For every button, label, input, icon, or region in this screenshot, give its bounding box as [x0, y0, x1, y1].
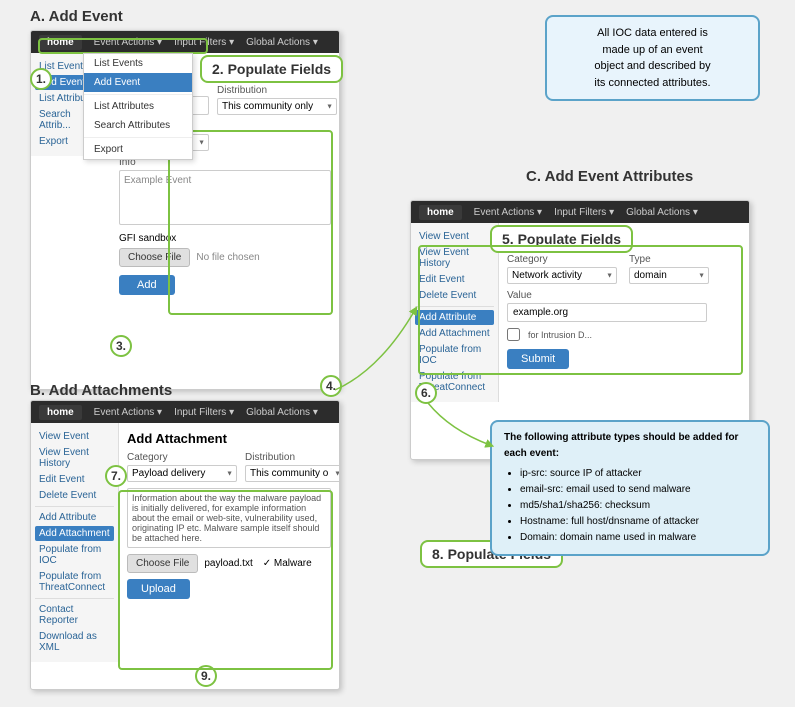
nav-input-filters-c[interactable]: Input Filters ▾ [554, 207, 614, 218]
sidebar-c-add-attachment[interactable]: Add Attachment [415, 326, 494, 341]
step-2-label: 2. Populate Fields [212, 61, 331, 77]
attr-type-5: Domain: domain name used in malware [520, 530, 756, 546]
nav-input-filters-a[interactable]: Input Filters ▾ [174, 37, 234, 48]
dropdown-add-event[interactable]: Add Event [84, 73, 192, 92]
panel-add-event: home Event Actions ▾ Input Filters ▾ Glo… [30, 30, 340, 390]
panel-add-attachment: home Event Actions ▾ Input Filters ▾ Glo… [30, 400, 340, 690]
nav-home-b[interactable]: home [39, 405, 82, 420]
sidebar-c-delete-event[interactable]: Delete Event [415, 288, 494, 303]
sidebar-c-view-event[interactable]: View Event [415, 229, 494, 244]
callout-attribute-types: The following attribute types should be … [490, 420, 770, 556]
step-5-label: 5. Populate Fields [502, 231, 621, 247]
c-category-label: Category [507, 254, 619, 265]
step-7-circle: 7. [105, 465, 127, 487]
sidebar-c-view-history[interactable]: View Event History [415, 245, 494, 271]
callout-ioc-text: All IOC data entered is made up of an ev… [594, 27, 710, 89]
step-5-callout: 5. Populate Fields [490, 225, 633, 253]
sidebar-b-view-event[interactable]: View Event [35, 429, 114, 444]
sidebar-b-delete-event[interactable]: Delete Event [35, 488, 114, 503]
sidebar-c-edit-event[interactable]: Edit Event [415, 272, 494, 287]
dropdown-list-events[interactable]: List Events [84, 54, 192, 73]
ids-label: for Intrusion D... [528, 330, 592, 340]
c-value-input[interactable] [507, 303, 707, 322]
ids-checkbox[interactable] [507, 328, 520, 341]
distribution-label: Distribution [217, 85, 337, 96]
panel-a-nav: home Event Actions ▾ Input Filters ▾ Glo… [31, 31, 339, 53]
file-name-label: payload.txt [204, 558, 252, 569]
sidebar-b-view-history[interactable]: View Event History [35, 445, 114, 471]
panel-c-nav: home Event Actions ▾ Input Filters ▾ Glo… [411, 201, 749, 223]
info-value: Example Event [124, 175, 191, 186]
step-4-circle: 4. [320, 375, 342, 397]
add-btn[interactable]: Add [119, 275, 175, 295]
b-category-select[interactable]: Payload delivery [127, 465, 237, 482]
c-value-label: Value [507, 290, 741, 301]
nav-global-actions-c[interactable]: Global Actions ▾ [626, 207, 698, 218]
malware-check: ✓ Malware [263, 558, 312, 569]
sidebar-b-contact[interactable]: Contact Reporter [35, 602, 114, 628]
nav-input-filters-b[interactable]: Input Filters ▾ [174, 407, 234, 418]
upload-btn[interactable]: Upload [127, 579, 190, 599]
b-distribution-select[interactable]: This community only [245, 465, 340, 482]
attr-type-4: Hostname: full host/dnsname of attacker [520, 514, 756, 530]
sidebar-c-populate-ioc[interactable]: Populate from IOC [415, 342, 494, 368]
panel-b-nav: home Event Actions ▾ Input Filters ▾ Glo… [31, 401, 339, 423]
c-type-label: Type [629, 254, 741, 265]
section-label-a: A. Add Event [30, 8, 123, 25]
attr-type-2: email-src: email used to send malware [520, 482, 756, 498]
info-box[interactable]: Example Event [119, 170, 331, 225]
b-category-label: Category [127, 452, 237, 463]
attr-type-1: ip-src: source IP of attacker [520, 466, 756, 482]
dropdown-list-attributes[interactable]: List Attributes [84, 97, 192, 116]
attr-types-title: The following attribute types should be … [504, 430, 756, 462]
choose-file-btn-a[interactable]: Choose File [119, 248, 190, 267]
sidebar-b-add-attribute[interactable]: Add Attribute [35, 510, 114, 525]
add-attachment-title: Add Attachment [127, 431, 331, 446]
sidebar-b-add-attachment[interactable]: Add Attachment [35, 526, 114, 541]
sidebar-b-edit-event[interactable]: Edit Event [35, 472, 114, 487]
dropdown-divider-2 [84, 137, 192, 138]
nav-global-actions-b[interactable]: Global Actions ▾ [246, 407, 318, 418]
step-9-circle: 9. [195, 665, 217, 687]
step-6-circle: 6. [415, 382, 437, 404]
dropdown-menu: List Events Add Event List Attributes Se… [83, 53, 193, 160]
section-label-b: B. Add Attachments [30, 382, 172, 399]
nav-event-actions-b[interactable]: Event Actions ▾ [94, 407, 162, 418]
panel-b-sidebar: View Event View Event History Edit Event… [31, 423, 119, 662]
step-3-circle: 3. [110, 335, 132, 357]
nav-event-actions-a[interactable]: Event Actions ▾ [94, 37, 162, 48]
distribution-select[interactable]: This community only [217, 98, 337, 115]
sidebar-c-add-attribute[interactable]: Add Attribute [415, 310, 494, 325]
dropdown-search-attributes[interactable]: Search Attributes [84, 116, 192, 135]
nav-home-c[interactable]: home [419, 205, 462, 220]
sidebar-b-download[interactable]: Download as XML [35, 629, 114, 655]
c-category-select[interactable]: Network activity [507, 267, 617, 284]
no-file-label: No file chosen [196, 252, 259, 263]
dropdown-divider [84, 94, 192, 95]
panel-b-content: Add Attachment Category Payload delivery… [119, 423, 339, 607]
panel-c-sidebar: View Event View Event History Edit Event… [411, 223, 499, 402]
callout-ioc-info: All IOC data entered is made up of an ev… [545, 15, 760, 101]
c-type-select[interactable]: domain [629, 267, 709, 284]
dropdown-export[interactable]: Export [84, 140, 192, 159]
nav-global-actions-a[interactable]: Global Actions ▾ [246, 37, 318, 48]
gfi-label: GFI sandbox [119, 233, 331, 244]
submit-btn[interactable]: Submit [507, 349, 569, 369]
attr-type-3: md5/sha1/sha256: checksum [520, 498, 756, 514]
step-1-circle: 1. [30, 68, 52, 90]
sidebar-b-populate-ioc[interactable]: Populate from IOC [35, 542, 114, 568]
b-distribution-label: Distribution [245, 452, 340, 463]
b-info-box: Information about the way the malware pa… [127, 488, 331, 548]
choose-file-btn-b[interactable]: Choose File [127, 554, 198, 573]
step-2-callout: 2. Populate Fields [200, 55, 343, 83]
nav-event-actions-c[interactable]: Event Actions ▾ [474, 207, 542, 218]
section-label-c: C. Add Event Attributes [526, 168, 693, 185]
sidebar-b-populate-tc[interactable]: Populate from ThreatConnect [35, 569, 114, 595]
nav-home-a[interactable]: home [39, 35, 82, 50]
